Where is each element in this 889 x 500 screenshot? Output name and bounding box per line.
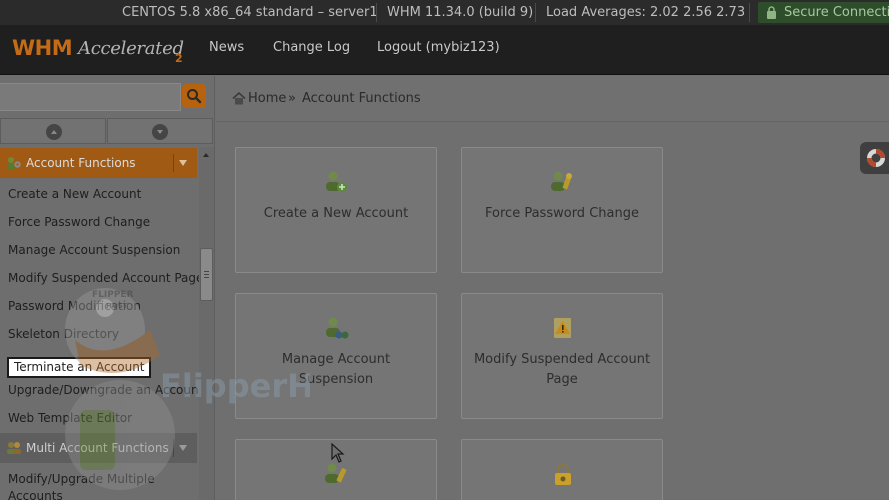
card-force-password-change[interactable]: Force Password Change xyxy=(461,147,663,273)
collapse-toggle[interactable] xyxy=(173,439,191,457)
collapse-toggle[interactable] xyxy=(173,154,191,172)
divider xyxy=(376,3,377,22)
scrollbar-up-arrow[interactable] xyxy=(203,153,209,157)
breadcrumb: Home » Account Functions xyxy=(216,76,889,122)
users-icon xyxy=(7,442,21,454)
card-account-function[interactable] xyxy=(461,439,663,500)
breadcrumb-current: Account Functions xyxy=(302,91,421,106)
card-modify-suspended-account-page[interactable]: Modify Suspended Account Page xyxy=(461,293,663,419)
caret-down-icon xyxy=(179,160,187,166)
secure-connection-label: Secure Connection xyxy=(784,5,889,20)
scroll-down-button[interactable] xyxy=(107,118,213,144)
user-key-icon xyxy=(551,171,572,191)
card-label: Force Password Change xyxy=(485,206,639,221)
menu-create-new-account[interactable]: Create a New Account xyxy=(8,187,141,201)
card-label: Manage Account Suspension xyxy=(281,352,391,387)
menu-terminate-an-account[interactable]: Terminate an Account xyxy=(7,357,151,378)
mouse-cursor-icon xyxy=(331,443,345,463)
user-key-icon xyxy=(325,463,347,483)
user-suspend-icon xyxy=(326,317,349,339)
nav-logout-link[interactable]: Logout (mybiz123) xyxy=(377,40,500,55)
lock-icon xyxy=(555,464,571,485)
menu-password-modification[interactable]: Password Modification xyxy=(8,299,141,313)
card-label: Create a New Account xyxy=(263,206,409,221)
section-account-functions[interactable]: Account Functions xyxy=(0,148,197,178)
lifebuoy-icon xyxy=(867,149,885,167)
warning-page-icon xyxy=(554,318,571,338)
card-label-line1: Modify Suspended Account xyxy=(473,352,651,367)
breadcrumb-home-link[interactable]: Home xyxy=(248,91,286,106)
sidebar: Account Functions Create a New Account F… xyxy=(0,76,215,500)
section-title: Account Functions xyxy=(26,156,136,170)
server-info: CENTOS 5.8 x86_64 standard – server1 xyxy=(122,5,378,20)
chevron-up-icon xyxy=(46,124,62,140)
menu-modify-upgrade-multiple[interactable]: Modify/Upgrade Multiple xyxy=(8,472,155,486)
scroll-up-button[interactable] xyxy=(0,118,106,144)
sidebar-scroll-arrows xyxy=(0,118,214,144)
chevron-down-icon xyxy=(152,124,168,140)
menu-skeleton-directory[interactable]: Skeleton Directory xyxy=(8,327,119,341)
status-bar: CENTOS 5.8 x86_64 standard – server1 WHM… xyxy=(0,0,889,25)
logo-whm-text: WHM xyxy=(12,36,73,60)
menu-web-template-editor[interactable]: Web Template Editor xyxy=(8,411,132,425)
menu-modify-upgrade-multiple-cont[interactable]: Accounts xyxy=(8,489,63,500)
menu-force-password-change[interactable]: Force Password Change xyxy=(8,215,150,229)
breadcrumb-separator: » xyxy=(288,91,296,106)
load-averages: Load Averages: 2.02 2.56 2.73 xyxy=(546,5,746,20)
divider xyxy=(535,3,536,22)
logo-version-text: 2 xyxy=(175,52,183,65)
divider xyxy=(749,3,750,22)
card-create-new-account[interactable]: Create a New Account xyxy=(235,147,437,273)
nav-change-log-link[interactable]: Change Log xyxy=(273,40,350,55)
search-button[interactable] xyxy=(182,84,206,108)
sidebar-search-input[interactable] xyxy=(0,83,181,111)
add-user-icon xyxy=(326,171,347,192)
menu-manage-account-suspension[interactable]: Manage Account Suspension xyxy=(8,243,180,257)
whm-logo[interactable]: WHM Accelerated 2 xyxy=(12,35,192,69)
caret-down-icon xyxy=(179,445,187,451)
whm-version: WHM 11.34.0 (build 9) xyxy=(387,5,534,20)
section-title: Multi Account Functions xyxy=(26,441,169,455)
section-multi-account-functions[interactable]: Multi Account Functions xyxy=(0,433,197,463)
search-icon xyxy=(187,89,202,104)
top-header: WHM Accelerated 2 News Change Log Logout… xyxy=(0,25,889,75)
menu-modify-suspended-account-page[interactable]: Modify Suspended Account Page xyxy=(8,271,203,285)
sidebar-scrollbar-track[interactable] xyxy=(199,147,214,500)
card-manage-account-suspension[interactable]: Manage Account Suspension xyxy=(235,293,437,419)
secure-connection-badge: Secure Connection xyxy=(758,2,889,23)
help-tab[interactable] xyxy=(860,142,889,174)
users-gear-icon xyxy=(7,157,21,169)
nav-news-link[interactable]: News xyxy=(209,40,244,55)
card-label-line2: Page xyxy=(546,372,578,387)
sidebar-scrollbar-thumb[interactable] xyxy=(200,248,213,301)
home-icon[interactable] xyxy=(232,92,246,105)
menu-upgrade-downgrade-account[interactable]: Upgrade/Downgrade an Account xyxy=(8,383,203,397)
logo-accelerated-text: Accelerated xyxy=(78,38,184,59)
lock-icon xyxy=(767,6,776,19)
